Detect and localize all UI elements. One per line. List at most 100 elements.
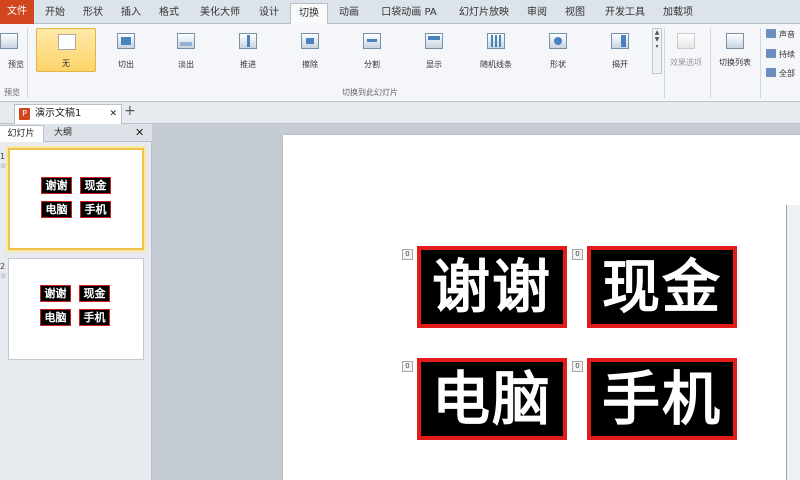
transition-group-label: 切换到此幻灯片 (342, 88, 398, 97)
slide-pane: 幻灯片 大纲 ✕ 1 ☆ 谢谢 现金 电脑 手机 2 ☆ 谢谢 现金 电脑 手机 (0, 124, 152, 480)
transition-cut-icon (117, 33, 135, 49)
transition-uncover-button[interactable]: 揭开 (590, 28, 650, 72)
tab-transitions[interactable]: 切换 (290, 3, 328, 24)
tab-beautify[interactable]: 美化大师 (192, 3, 248, 24)
tab-insert[interactable]: 插入 (114, 3, 148, 24)
transition-label: 分割 (364, 60, 380, 69)
close-tab-icon[interactable]: ✕ (109, 105, 117, 123)
thumb-word: 电脑 (41, 201, 72, 218)
tab-shape[interactable]: 形状 (76, 3, 110, 24)
tab-design[interactable]: 设计 (252, 3, 286, 24)
transition-label: 淡出 (178, 60, 194, 69)
transition-random-bars-button[interactable]: 随机线条 (466, 28, 526, 72)
transition-fade-icon (177, 33, 195, 49)
transition-wipe-icon (301, 33, 319, 49)
transition-reveal-button[interactable]: 显示 (404, 28, 464, 72)
transition-label: 揭开 (612, 60, 628, 69)
transition-label: 切出 (118, 60, 134, 69)
transition-shape-icon (549, 33, 567, 49)
tab-animation[interactable]: 动画 (332, 3, 366, 24)
tab-slideshow[interactable]: 幻灯片放映 (452, 3, 516, 24)
effect-options-icon (677, 33, 695, 49)
star-icon: ☆ (0, 272, 7, 280)
thumb-word: 谢谢 (41, 177, 72, 194)
gallery-scroll[interactable]: ▲ ▼ ▾ (652, 28, 662, 74)
document-tab-strip: P 演示文稿1 ✕ + (0, 102, 800, 124)
thumb-word: 手机 (79, 309, 110, 326)
transition-list-icon (726, 33, 744, 49)
transition-label: 显示 (426, 60, 442, 69)
transition-label: 推进 (240, 60, 256, 69)
thumb-word: 现金 (80, 177, 111, 194)
transition-list-button[interactable]: 切换列表 (712, 28, 758, 72)
word-box-diannao[interactable]: 电脑 (417, 358, 567, 440)
transition-label: 无 (62, 59, 70, 68)
slide-number: 2 (0, 262, 6, 271)
tab-review[interactable]: 审阅 (520, 3, 554, 24)
pane-close-icon[interactable]: ✕ (135, 126, 144, 139)
ribbon: 预览 预览 无 切出 淡出 推进 擦除 分割 显示 随机线条 形状 揭开 ▲▼ (0, 24, 800, 102)
effect-options-button[interactable]: 效果选项 (664, 28, 708, 72)
thumb-word: 现金 (79, 285, 110, 302)
tab-slides[interactable]: 幻灯片 (0, 125, 44, 142)
transition-random-bars-icon (487, 33, 505, 49)
animation-badge[interactable]: 0 (402, 249, 413, 260)
tab-view[interactable]: 视图 (558, 3, 592, 24)
tab-addins[interactable]: 加载项 (656, 3, 700, 24)
apply-all-command[interactable]: 全部 (766, 68, 795, 79)
preview-icon (0, 33, 18, 49)
animation-badge[interactable]: 0 (572, 249, 583, 260)
transition-wipe-button[interactable]: 擦除 (280, 28, 340, 72)
pane-tabs: 幻灯片 大纲 ✕ (0, 124, 152, 142)
word-box-xianjin[interactable]: 现金 (587, 246, 737, 328)
apply-all-label: 全部 (779, 69, 795, 78)
animation-pane-edge[interactable] (786, 205, 800, 480)
duration-command[interactable]: 持续 (766, 49, 795, 60)
transition-list-label: 切换列表 (719, 58, 751, 67)
slide-number: 1 (0, 152, 6, 161)
preview-label: 预览 (8, 60, 24, 69)
animation-badge[interactable]: 0 (572, 361, 583, 372)
transition-push-button[interactable]: 推进 (218, 28, 278, 72)
sound-icon (766, 29, 776, 38)
transition-cut-button[interactable]: 切出 (96, 28, 156, 72)
transition-label: 擦除 (302, 60, 318, 69)
duration-icon (766, 49, 776, 58)
slide-workspace: 0 谢谢 0 现金 0 电脑 0 手机 (153, 124, 800, 480)
slide-thumbnail-1[interactable]: 谢谢 现金 电脑 手机 (8, 148, 144, 250)
tab-format[interactable]: 格式 (152, 3, 186, 24)
preview-group-label: 预览 (4, 88, 20, 97)
file-menu[interactable]: 文件 (0, 0, 34, 24)
transition-none-button[interactable]: 无 (36, 28, 96, 72)
thumb-word: 手机 (80, 201, 111, 218)
thumb-word: 谢谢 (40, 285, 71, 302)
tab-developer[interactable]: 开发工具 (598, 3, 652, 24)
menu-bar: 文件 开始 形状 插入 格式 美化大师 设计 切换 动画 口袋动画 PA 幻灯片… (0, 0, 800, 24)
preview-button[interactable]: 预览 (0, 28, 36, 72)
animation-badge[interactable]: 0 (402, 361, 413, 372)
transition-none-icon (58, 34, 76, 50)
effect-options-label: 效果选项 (670, 58, 702, 67)
tab-outline[interactable]: 大纲 (46, 125, 80, 142)
add-tab-button[interactable]: + (124, 103, 136, 119)
star-icon: ☆ (0, 162, 7, 170)
tab-pocket-animation[interactable]: 口袋动画 PA (372, 3, 446, 24)
tab-home[interactable]: 开始 (38, 3, 72, 24)
transition-split-button[interactable]: 分割 (342, 28, 402, 72)
presentation-icon: P (19, 108, 30, 120)
sound-label: 声音 (779, 30, 795, 39)
transition-label: 形状 (550, 60, 566, 69)
thumb-word: 电脑 (40, 309, 71, 326)
transition-split-icon (363, 33, 381, 49)
sound-command[interactable]: 声音 (766, 29, 795, 40)
ribbon-divider (760, 28, 761, 98)
document-title: 演示文稿1 (35, 108, 82, 119)
word-box-shouji[interactable]: 手机 (587, 358, 737, 440)
word-box-xiexie[interactable]: 谢谢 (417, 246, 567, 328)
slide-canvas[interactable]: 0 谢谢 0 现金 0 电脑 0 手机 (283, 135, 800, 480)
document-tab[interactable]: P 演示文稿1 ✕ (14, 104, 122, 124)
transition-shape-button[interactable]: 形状 (528, 28, 588, 72)
transition-uncover-icon (611, 33, 629, 49)
transition-fade-button[interactable]: 淡出 (156, 28, 216, 72)
slide-thumbnail-2[interactable]: 谢谢 现金 电脑 手机 (8, 258, 144, 360)
